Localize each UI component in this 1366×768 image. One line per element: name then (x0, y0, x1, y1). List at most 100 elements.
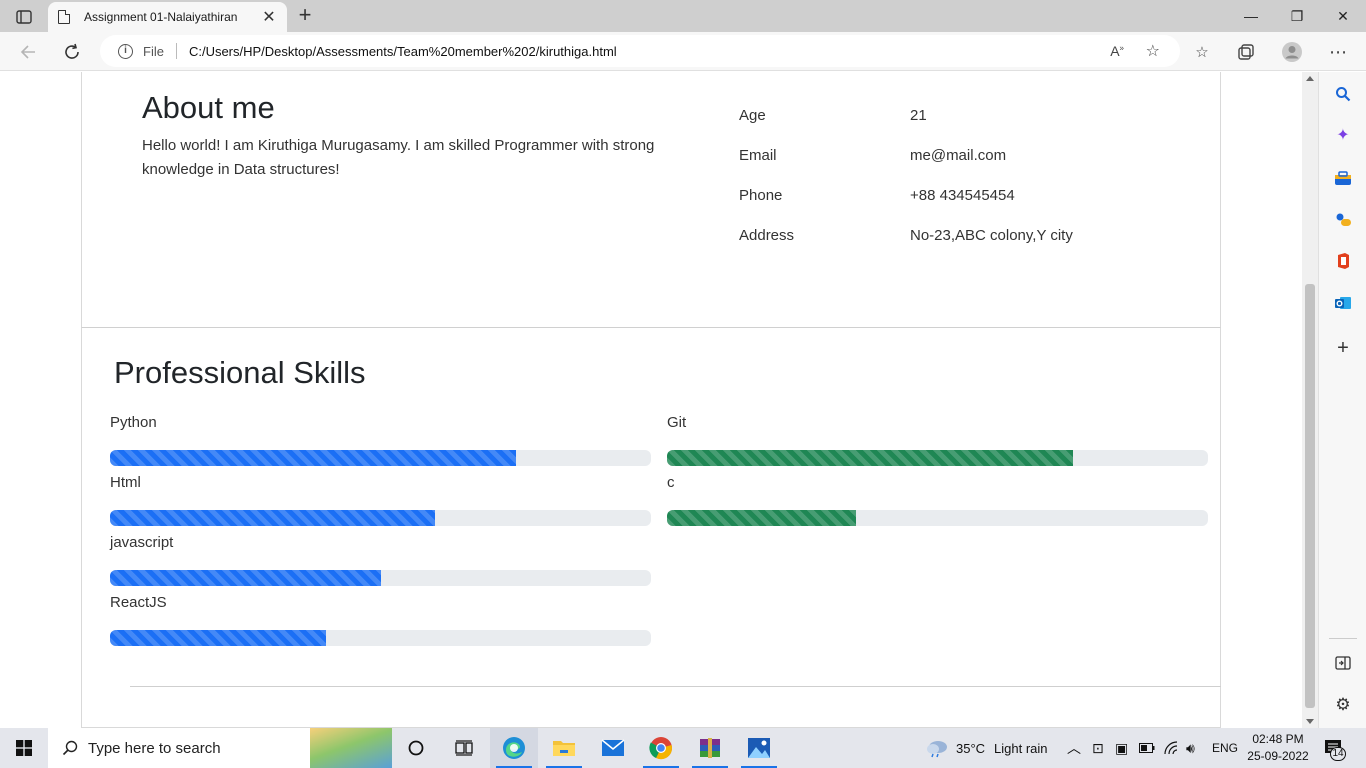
skill-progress-fill (110, 510, 435, 526)
skill-progress-bar (110, 570, 651, 586)
input-language-indicator[interactable]: ENG (1212, 728, 1238, 768)
weather-widget[interactable]: 35°C Light rain (925, 728, 1048, 768)
taskbar-mail-app[interactable] (589, 728, 637, 768)
winrar-archive-icon (700, 738, 720, 758)
weather-condition: Light rain (994, 740, 1048, 756)
info-label: Address (739, 227, 795, 244)
search-icon (62, 740, 78, 756)
search-highlight-image (310, 728, 392, 768)
windows-taskbar: Type here to search 35°C Light rain ︿ ⊡ … (0, 728, 1366, 768)
taskbar-edge-app[interactable] (490, 728, 538, 768)
skill-progress-fill (110, 570, 381, 586)
skill-label: Git (667, 414, 687, 431)
skills-heading: Professional Skills (114, 355, 366, 390)
close-window-button[interactable]: ✕ (1320, 0, 1366, 32)
back-button[interactable] (14, 38, 42, 66)
taskbar-winrar-app[interactable] (686, 728, 734, 768)
sidebar-office-icon[interactable] (1332, 250, 1354, 272)
browser-toolbar: i File C:/Users/HP/Desktop/Assessments/T… (0, 32, 1366, 71)
collections-icon[interactable] (1234, 40, 1258, 64)
edge-browser-icon (503, 737, 525, 759)
battery-icon[interactable] (1139, 728, 1155, 768)
sidebar-shopping-icon[interactable] (1332, 167, 1354, 189)
tab-title: Assignment 01-Nalaiyathiran (84, 10, 238, 24)
page-scrollbar[interactable] (1302, 72, 1318, 728)
folder-icon (553, 741, 575, 756)
minimize-button[interactable]: — (1228, 0, 1274, 32)
chrome-icon (649, 737, 672, 760)
sidebar-outlook-icon[interactable] (1332, 292, 1354, 314)
info-row-age: Age 21 (739, 107, 927, 124)
restore-button[interactable]: ❐ (1274, 0, 1320, 32)
scroll-up-arrow-icon[interactable] (1306, 76, 1314, 81)
tab-bar: Assignment 01-Nalaiyathiran ✕ + — ❐ ✕ (0, 0, 1366, 32)
skill-progress-fill (667, 450, 1073, 466)
skill-progress-fill (110, 450, 516, 466)
scrollbar-thumb[interactable] (1305, 284, 1315, 708)
sidebar-add-icon[interactable]: + (1332, 337, 1354, 359)
start-button[interactable] (0, 728, 48, 768)
windows-logo-icon (16, 740, 32, 756)
show-hidden-icons-chevron-icon[interactable]: ︿ (1067, 728, 1081, 768)
sidebar-search-icon[interactable] (1332, 83, 1354, 105)
tray-app-icon[interactable]: ▣ (1115, 728, 1128, 768)
sidebar-discover-icon[interactable]: ✦ (1332, 124, 1354, 146)
skill-label: ReactJS (110, 594, 167, 611)
address-separator (175, 43, 177, 59)
system-clock[interactable]: 02:48 PM 25-09-2022 (1240, 731, 1316, 765)
skill-progress-fill (667, 510, 857, 526)
cortana-circle-icon (408, 740, 424, 756)
task-view-icon (455, 740, 473, 756)
mail-icon (601, 739, 625, 756)
about-text: Hello world! I am Kiruthiga Murugasamy. … (142, 137, 655, 178)
sidebar-divider (1329, 638, 1357, 639)
refresh-button[interactable] (58, 38, 86, 66)
taskbar-search-box[interactable]: Type here to search (48, 728, 392, 768)
back-arrow-icon (20, 45, 35, 59)
site-info-icon[interactable]: i (118, 43, 133, 59)
favorites-icon[interactable]: ☆ (1190, 40, 1214, 64)
info-label: Email (739, 147, 777, 164)
url-text: C:/Users/HP/Desktop/Assessments/Team%20m… (188, 43, 617, 59)
more-options-icon[interactable]: ⋯ (1326, 40, 1350, 64)
browser-tab[interactable]: Assignment 01-Nalaiyathiran ✕ (48, 2, 287, 32)
add-favorite-icon[interactable]: ☆ (1146, 41, 1160, 61)
search-placeholder: Type here to search (88, 739, 221, 757)
weather-cloud-rain-icon (927, 741, 947, 758)
cortana-button[interactable] (392, 728, 440, 768)
notification-center-button[interactable]: 14 (1324, 728, 1346, 768)
profile-avatar-icon[interactable] (1280, 40, 1304, 64)
tab-actions-icon (16, 10, 32, 24)
skill-label: javascript (110, 534, 174, 551)
section-divider (130, 686, 1221, 687)
skill-progress-bar (110, 630, 651, 646)
info-row-phone: Phone +88 434545454 (739, 187, 1015, 204)
info-row-address: Address No-23,ABC colony,Y city (739, 227, 1073, 244)
sidebar-settings-gear-icon[interactable]: ⚙ (1332, 694, 1354, 716)
read-aloud-icon[interactable]: A» (1110, 43, 1124, 59)
taskbar-photos-app[interactable] (735, 728, 783, 768)
info-row-email: Email me@mail.com (739, 147, 1006, 164)
skill-progress-fill (110, 630, 327, 646)
skill-label: Html (110, 474, 141, 491)
volume-icon[interactable]: 🔊︎ (1186, 728, 1195, 768)
skill-label: c (667, 474, 675, 491)
scroll-down-arrow-icon[interactable] (1306, 719, 1314, 724)
tab-actions-button[interactable] (10, 6, 38, 28)
info-label: Phone (739, 187, 783, 204)
task-view-button[interactable] (440, 728, 488, 768)
clock-time: 02:48 PM (1252, 732, 1304, 746)
sidebar-games-icon[interactable] (1332, 209, 1354, 231)
new-tab-button[interactable]: + (293, 4, 317, 28)
wifi-icon[interactable] (1163, 728, 1179, 768)
tray-meet-now-icon[interactable]: ⊡ (1092, 728, 1104, 768)
taskbar-chrome-app[interactable] (637, 728, 685, 768)
notification-count-badge: 14 (1330, 747, 1346, 761)
address-bar[interactable]: i File C:/Users/HP/Desktop/Assessments/T… (100, 35, 1180, 67)
taskbar-file-explorer-app[interactable] (540, 728, 588, 768)
info-value: 21 (910, 107, 927, 124)
tab-close-icon[interactable]: ✕ (261, 7, 277, 27)
info-value: No-23,ABC colony,Y city (910, 227, 1073, 244)
weather-temperature: 35°C (956, 740, 986, 756)
sidebar-hide-icon[interactable] (1332, 652, 1354, 674)
